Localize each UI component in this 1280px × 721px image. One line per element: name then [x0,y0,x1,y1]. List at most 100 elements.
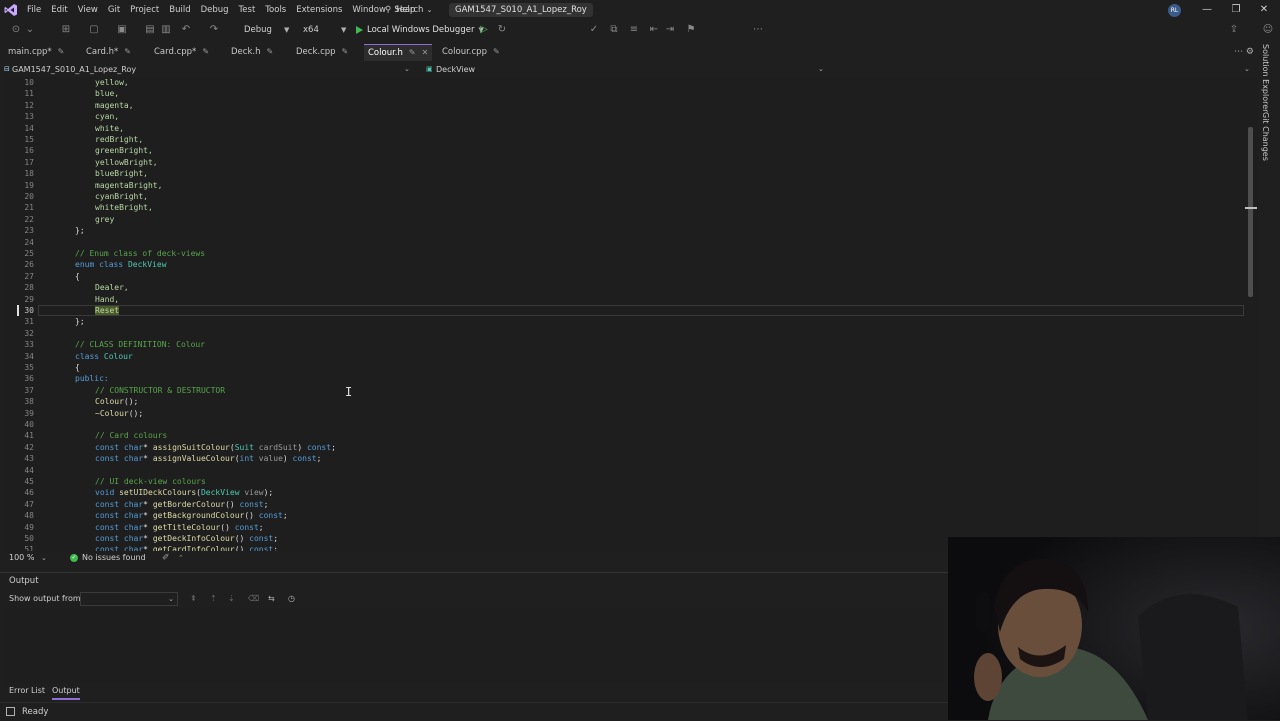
project-dropdown[interactable]: GAM1547_S010_A1_Lopez_Roy [12,62,136,77]
output-text-area[interactable] [4,609,944,683]
chevron-down-icon[interactable]: ⌄ [24,24,36,36]
indent-icon[interactable]: ⇥ [664,24,676,36]
pin-icon[interactable]: ✎ [58,47,65,56]
toggle-comment-icon[interactable]: ⧉ [608,24,620,36]
tab-card-h[interactable]: Card.h* ✎ [86,44,131,60]
more-icon[interactable]: ⋯ [752,24,764,36]
menu-debug[interactable]: Debug [196,0,234,20]
start-without-debugging-icon[interactable]: ▷ [478,24,490,36]
tab-error-list[interactable]: Error List [9,684,45,698]
code-line[interactable]: 17 yellowBright, [4,157,1244,168]
code-line[interactable]: 19 magentaBright, [4,180,1244,191]
minimize-button[interactable]: — [1193,0,1221,20]
code-line[interactable]: 21 whiteBright, [4,202,1244,213]
save-all-icon[interactable]: ▥ [160,24,172,36]
code-line[interactable]: 32 [4,328,1244,339]
close-icon[interactable]: ✕ [422,48,429,57]
code-line[interactable]: 12 magenta, [4,100,1244,111]
code-line[interactable]: 28 Dealer, [4,282,1244,293]
code-line[interactable]: 39 ~Colour(); [4,408,1244,419]
bookmark-icon[interactable]: ⚑ [685,24,697,36]
close-button[interactable]: ✕ [1250,0,1278,20]
outdent-icon[interactable]: ⇤ [648,24,660,36]
pin-icon[interactable]: ✎ [342,47,349,56]
code-line[interactable]: 10 yellow, [4,77,1244,88]
pin-icon[interactable]: ✎ [409,48,416,57]
code-line[interactable]: 38 Colour(); [4,396,1244,407]
run-debugger-button[interactable]: Local Windows Debugger ▼ [356,23,484,37]
undo-icon[interactable]: ↶ [180,24,192,36]
menu-edit[interactable]: Edit [46,0,72,20]
tab-output[interactable]: Output [52,684,80,700]
code-line[interactable]: 42 const char* assignSuitColour(Suit card… [4,442,1244,453]
code-line[interactable]: 30 Reset [4,305,1244,316]
code-line[interactable]: 31}; [4,316,1244,327]
code-line[interactable]: 40 [4,419,1244,430]
code-line[interactable]: 36 public: [4,373,1244,384]
code-line[interactable]: 47 const char* getBorderColour() const; [4,499,1244,510]
code-line[interactable]: 25 // Enum class of deck-views [4,248,1244,259]
new-project-icon[interactable]: ⊞ [60,24,72,36]
pin-icon[interactable]: ✎ [202,47,209,56]
new-item-icon[interactable]: ▢ [88,24,100,36]
menu-tools[interactable]: Tools [260,0,291,20]
word-wrap-icon[interactable]: ⇆ [268,594,275,603]
menu-project[interactable]: Project [125,0,164,20]
menu-test[interactable]: Test [234,0,261,20]
code-line[interactable]: 23}; [4,225,1244,236]
avatar[interactable]: RL [1168,4,1181,17]
menu-view[interactable]: View [73,0,103,20]
code-line[interactable]: 45 // UI deck-view colours [4,476,1244,487]
configuration-select[interactable]: Debug [244,23,272,37]
vertical-scrollbar[interactable] [1244,77,1258,551]
feedback-icon[interactable]: ☺ [1262,24,1274,36]
timestamp-icon[interactable]: ◷ [288,594,295,603]
redo-icon[interactable]: ↷ [208,24,220,36]
menu-extensions[interactable]: Extensions [291,0,347,20]
code-line[interactable]: 29 Hand, [4,294,1244,305]
pin-icon[interactable]: ✎ [493,47,500,56]
tab-colour-cpp[interactable]: Colour.cpp ✎ [442,44,500,60]
menu-file[interactable]: File [22,0,46,20]
code-line[interactable]: 14 white, [4,123,1244,134]
code-line[interactable]: 15 redBright, [4,134,1244,145]
git-changes-tab[interactable]: Git Changes [1261,112,1270,161]
platform-select[interactable]: x64 [303,23,319,37]
format-icon[interactable]: ≡ [628,24,640,36]
code-line[interactable]: 34 class Colour [4,351,1244,362]
code-line[interactable]: 49 const char* getTitleColour() const; [4,522,1244,533]
menu-build[interactable]: Build [164,0,195,20]
code-line[interactable]: 48 const char* getBackgroundColour() cons… [4,510,1244,521]
code-line[interactable]: 44 [4,465,1244,476]
code-line[interactable]: 20 cyanBright, [4,191,1244,202]
tab-deck-cpp[interactable]: Deck.cpp ✎ [296,44,348,60]
open-folder-icon[interactable]: ▣ [116,24,128,36]
code-line[interactable]: 27 { [4,271,1244,282]
find-message-icon[interactable]: ⇞ [190,594,197,603]
code-line[interactable]: 18 blueBright, [4,168,1244,179]
chevron-up-icon[interactable]: ⌃ [178,551,184,565]
zoom-level[interactable]: 100 % [9,551,34,565]
brush-icon[interactable]: ✐ [162,551,170,565]
code-line[interactable]: 35 { [4,362,1244,373]
restore-button[interactable]: ❐ [1222,0,1250,20]
code-line[interactable]: 24 [4,237,1244,248]
output-source-select[interactable]: ⌄ [80,592,178,606]
code-line[interactable]: 26 enum class DeckView [4,259,1244,270]
search-button[interactable]: ⚲ Search ⌄ [385,3,432,17]
spell-check-icon[interactable]: ✓ [588,24,600,36]
tab-overflow-icon[interactable]: ⋯ ⚙ [1234,44,1254,60]
solution-explorer-tab[interactable]: Solution Explorer [1261,44,1270,112]
clear-all-icon[interactable]: ⌫ [248,594,259,603]
prev-message-icon[interactable]: ⇡ [210,594,217,603]
live-share-icon[interactable]: ⇪ [1228,24,1240,36]
navigate-back-icon[interactable]: ⊙ [10,24,22,36]
next-message-icon[interactable]: ⇣ [228,594,235,603]
tab-main-cpp[interactable]: main.cpp* ✎ [8,44,64,60]
member-dropdown[interactable]: DeckView [436,62,475,77]
tab-colour-h[interactable]: Colour.h ✎ ✕ [364,44,433,61]
pin-icon[interactable]: ✎ [266,47,273,56]
scrollbar-thumb[interactable] [1248,127,1253,297]
code-line[interactable]: 13 cyan, [4,111,1244,122]
pin-icon[interactable]: ✎ [124,47,131,56]
